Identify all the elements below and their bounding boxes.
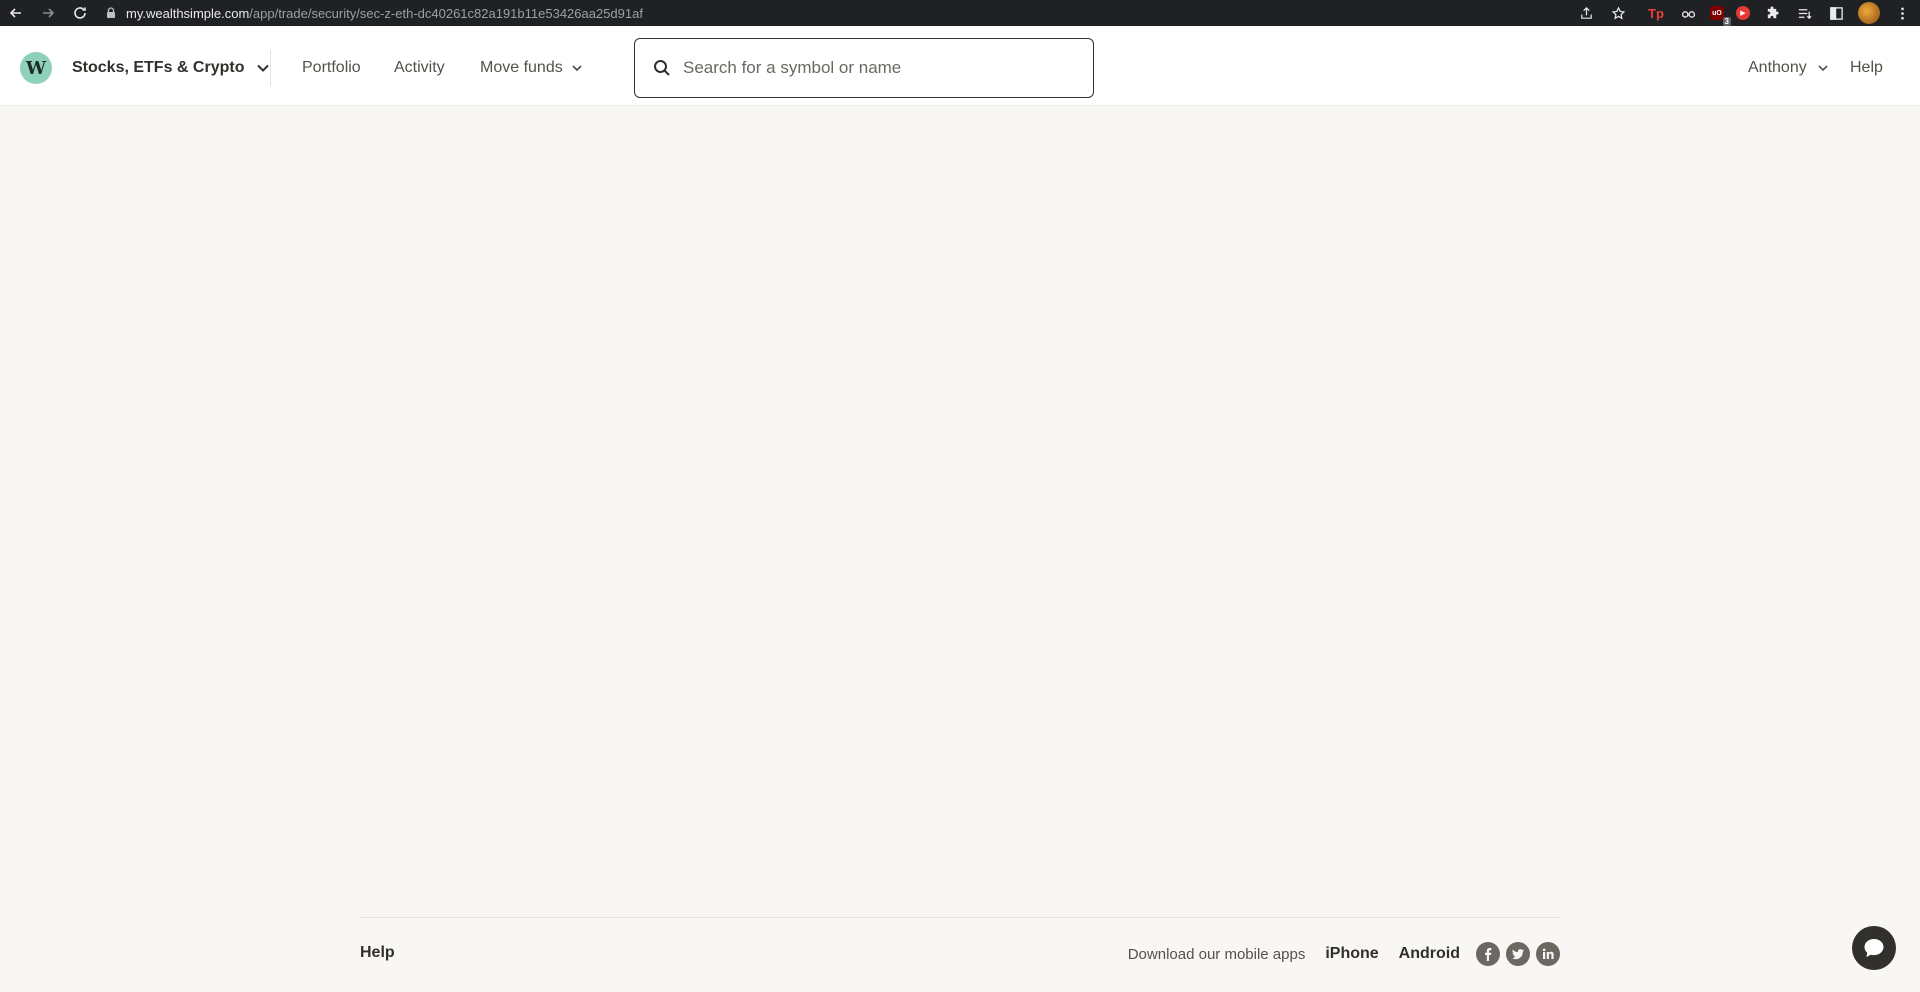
nav-portfolio[interactable]: Portfolio xyxy=(302,56,361,80)
lock-icon xyxy=(107,7,115,18)
forward-icon[interactable] xyxy=(38,3,58,23)
facebook-icon[interactable] xyxy=(1476,942,1500,966)
browser-toolbar: my.wealthsimple.com/app/trade/security/s… xyxy=(0,0,1920,26)
header-help-link[interactable]: Help xyxy=(1850,56,1883,80)
extensions-area: Tp uO 3 ▶ xyxy=(1564,0,1912,26)
bookmark-star-icon[interactable] xyxy=(1608,3,1628,23)
iphone-link[interactable]: iPhone xyxy=(1325,945,1378,963)
chat-support-button[interactable] xyxy=(1852,926,1896,970)
puzzle-icon[interactable] xyxy=(1762,3,1782,23)
download-apps-text: Download our mobile apps xyxy=(1127,945,1306,963)
chevron-down-icon xyxy=(572,65,582,72)
url-path: /app/trade/security/sec-z-eth-dc40261c82… xyxy=(249,5,643,21)
nav-portfolio-label: Portfolio xyxy=(302,59,361,76)
url-domain: my.wealthsimple.com xyxy=(126,5,250,21)
ublock-badge: 3 xyxy=(1722,17,1731,26)
footer-help-link[interactable]: Help xyxy=(360,944,395,962)
footer-divider xyxy=(360,917,1560,918)
ublock-extension-icon[interactable]: uO 3 xyxy=(1710,6,1731,26)
reload-icon[interactable] xyxy=(70,3,90,23)
linkedin-icon[interactable] xyxy=(1536,942,1560,966)
user-name: Anthony xyxy=(1748,59,1807,76)
user-menu[interactable]: Anthony xyxy=(1748,56,1829,80)
nav-activity-label: Activity xyxy=(394,59,445,76)
chevron-down-icon xyxy=(257,64,270,72)
android-link[interactable]: Android xyxy=(1399,945,1460,963)
nav-move-funds-label: Move funds xyxy=(480,59,563,76)
header-divider xyxy=(270,50,271,86)
search-icon xyxy=(654,60,670,76)
search-box[interactable] xyxy=(634,38,1094,98)
product-switcher[interactable]: Stocks, ETFs & Crypto xyxy=(72,56,270,80)
search-input[interactable] xyxy=(683,58,1063,78)
reading-list-icon[interactable] xyxy=(1794,3,1814,23)
footer-apps: Download our mobile apps iPhone Android xyxy=(1128,942,1560,966)
profile-avatar[interactable] xyxy=(1858,2,1880,24)
glasses-extension-icon[interactable] xyxy=(1678,3,1698,23)
youtube-extension-icon[interactable]: ▶ xyxy=(1736,6,1750,20)
nav-activity[interactable]: Activity xyxy=(394,56,445,80)
nav-move-funds[interactable]: Move funds xyxy=(480,56,583,80)
back-icon[interactable] xyxy=(6,3,26,23)
address-bar[interactable]: my.wealthsimple.com/app/trade/security/s… xyxy=(104,2,1584,24)
twitter-icon[interactable] xyxy=(1506,942,1530,966)
app-header: W Stocks, ETFs & Crypto Portfolio Activi… xyxy=(0,26,1920,106)
share-icon[interactable] xyxy=(1576,3,1596,23)
chat-bubble-icon xyxy=(1864,939,1884,957)
chevron-down-icon xyxy=(1818,65,1828,72)
product-switcher-label: Stocks, ETFs & Crypto xyxy=(72,59,245,76)
sidepanel-icon[interactable] xyxy=(1826,3,1846,23)
wealthsimple-logo[interactable]: W xyxy=(20,52,52,84)
tp-extension-icon[interactable]: Tp xyxy=(1646,3,1666,23)
menu-icon[interactable] xyxy=(1892,3,1912,23)
